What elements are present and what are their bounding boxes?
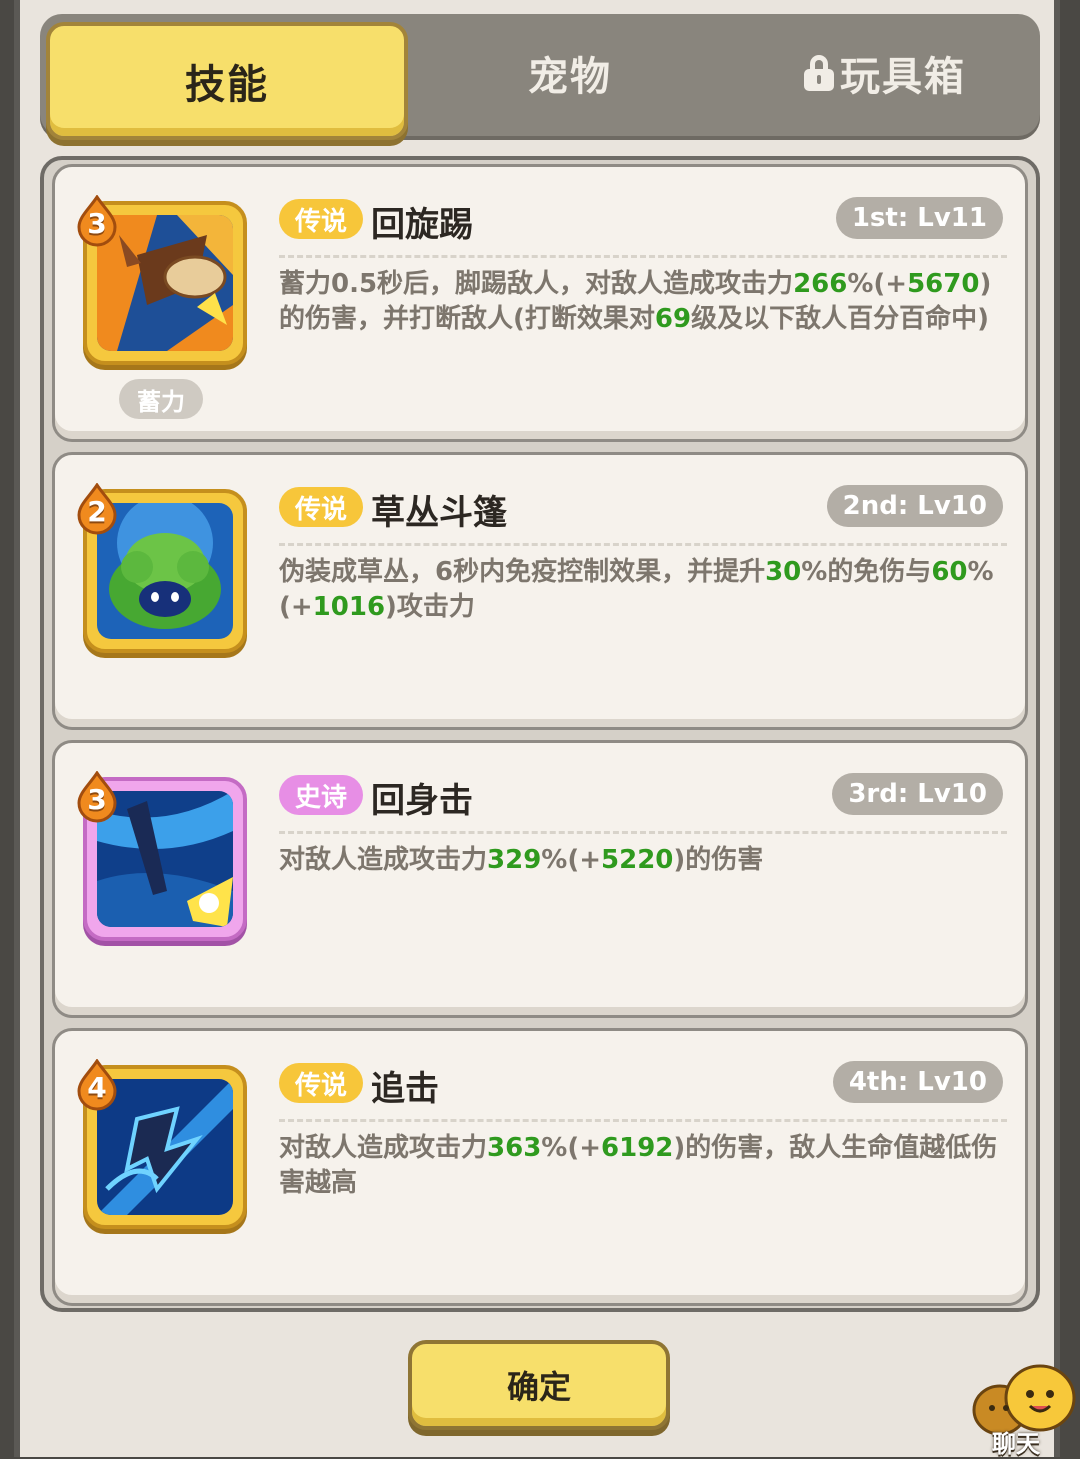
skill-list: 3 蓄力 传说 回旋踢 1st: Lv11 蓄力0.5秒后，脚踢敌人，对敌人造成… [40,156,1040,1312]
stat-value: 363 [487,1133,542,1163]
skill-card-3[interactable]: 3 史诗 回身击 3rd: Lv10 对敌人造成攻击力329%(+5220)的伤… [52,740,1028,1018]
desc-text: %(+ [847,269,908,299]
rarity-badge: 史诗 [279,775,363,815]
desc-text: )的伤害 [673,845,764,875]
tab-pets-label: 宠物 [528,54,612,100]
level-drop-icon: 3 [75,194,119,247]
level-drop-icon: 3 [75,770,119,823]
skill-card-4[interactable]: 4 传说 追击 4th: Lv10 对敌人造成攻击力363%(+6192)的伤害… [52,1028,1028,1306]
desc-text: %(+ [541,845,602,875]
skill-icon-frame: 3 [77,194,247,365]
desc-text: %的免伤与 [801,557,932,587]
slot-level-badge: 1st: Lv11 [835,197,1003,239]
stat-value: 329 [487,845,542,875]
rarity-badge: 传说 [279,487,363,527]
confirm-button[interactable]: 确定 [408,1340,670,1430]
skill-level-number: 2 [87,495,107,528]
chat-label: 聊天 [992,1430,1040,1458]
divider [279,543,1007,546]
confirm-label: 确定 [506,1368,571,1406]
tab-skills[interactable]: 技能 [46,22,408,140]
skill-card-1[interactable]: 3 蓄力 传说 回旋踢 1st: Lv11 蓄力0.5秒后，脚踢敌人，对敌人造成… [52,164,1028,442]
charge-tag: 蓄力 [119,379,203,419]
desc-text: 对敌人造成攻击力 [279,1133,488,1163]
level-drop-icon: 2 [75,482,119,535]
slot-level-badge: 2nd: Lv10 [826,485,1003,527]
stat-value: 266 [793,269,848,299]
skill-description: 伪装成草丛，6秒内免疫控制效果，并提升30%的免伤与60%(+1016)攻击力 [279,555,1015,625]
desc-text: 伪装成草丛，6秒内免疫控制效果，并提升 [279,557,766,587]
skill-description: 蓄力0.5秒后，脚踢敌人，对敌人造成攻击力266%(+5670)的伤害，并打断敌… [279,267,1015,337]
skill-description: 对敌人造成攻击力363%(+6192)的伤害，敌人生命值越低伤害越高 [279,1131,1015,1201]
lock-icon [804,55,834,91]
skill-name: 追击 [371,1069,439,1109]
stat-value: 5220 [601,845,674,875]
rarity-badge: 传说 [279,199,363,239]
skill-card-2[interactable]: 2 传说 草丛斗篷 2nd: Lv10 伪装成草丛，6秒内免疫控制效果，并提升3… [52,452,1028,730]
desc-text: 对敌人造成攻击力 [279,845,488,875]
stat-value: 69 [654,304,692,334]
stat-value: 1016 [312,592,386,622]
skill-level-number: 3 [87,783,107,816]
slot-level-badge: 4th: Lv10 [832,1061,1003,1103]
desc-text: 蓄力0.5秒后，脚踢敌人，对敌人造成攻击力 [279,269,794,299]
skill-level-number: 3 [87,207,107,240]
divider [279,255,1007,258]
desc-text: %(+ [541,1133,602,1163]
slot-level-badge: 3rd: Lv10 [832,773,1003,815]
skill-name: 回旋踢 [371,205,473,245]
tab-toybox-label: 玩具箱 [840,54,966,100]
skill-icon-frame: 3 [77,770,247,941]
divider [279,1119,1007,1122]
tab-skills-label: 技能 [185,62,269,108]
stat-value: 6192 [601,1133,674,1163]
stat-value: 60 [931,557,968,587]
skill-name: 回身击 [371,781,473,821]
skill-icon-frame: 4 [77,1058,247,1229]
divider [279,831,1007,834]
stat-value: 30 [765,557,802,587]
skill-level-number: 4 [87,1071,107,1104]
rarity-badge: 传说 [279,1063,363,1103]
level-drop-icon: 4 [75,1058,119,1111]
skill-description: 对敌人造成攻击力329%(+5220)的伤害 [279,843,1015,878]
tab-pets[interactable]: 宠物 [420,14,720,132]
stat-value: 5670 [907,269,980,299]
tab-toybox[interactable]: 玩具箱 [730,14,1040,132]
chat-button[interactable]: 聊天 [970,1358,1080,1458]
skill-name: 草丛斗篷 [371,493,507,533]
desc-text: 级及以下敌人百分百命中) [691,304,989,334]
skill-icon-frame: 2 [77,482,247,653]
desc-text: )攻击力 [385,592,475,622]
tab-bar: 技能 宠物 玩具箱 [40,14,1040,140]
